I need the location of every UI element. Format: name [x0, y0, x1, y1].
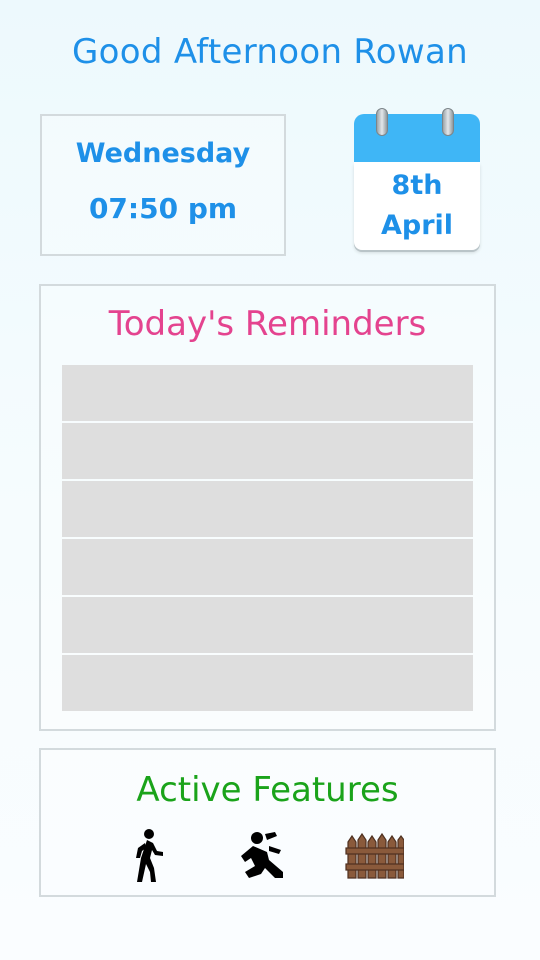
- calendar-month: April: [380, 210, 454, 241]
- reminder-item[interactable]: [62, 365, 473, 421]
- reminders-list: [62, 365, 473, 713]
- reminder-item[interactable]: [62, 597, 473, 653]
- features-title: Active Features: [136, 770, 399, 810]
- falling-person-icon[interactable]: [231, 828, 291, 884]
- active-features-panel: Active Features: [39, 748, 496, 897]
- calendar-day: 8th: [391, 170, 443, 201]
- calendar-icon: 8th April: [354, 108, 480, 252]
- day-name: Wednesday: [75, 138, 251, 169]
- calendar-ring-right: [442, 108, 454, 136]
- greeting-title: Good Afternoon Rowan: [72, 32, 468, 72]
- reminders-title: Today's Reminders: [108, 304, 427, 344]
- reminders-panel: Today's Reminders: [39, 284, 496, 731]
- calendar-ring-left: [376, 108, 388, 136]
- calendar-header: [354, 114, 480, 162]
- reminder-item[interactable]: [62, 655, 473, 711]
- reminder-item[interactable]: [62, 423, 473, 479]
- current-time: 07:50 pm: [88, 192, 238, 225]
- reminder-item[interactable]: [62, 539, 473, 595]
- day-time-card: Wednesday 07:50 pm: [40, 114, 286, 256]
- fence-icon[interactable]: [344, 828, 404, 884]
- reminder-item[interactable]: [62, 481, 473, 537]
- walking-person-icon[interactable]: [117, 828, 177, 884]
